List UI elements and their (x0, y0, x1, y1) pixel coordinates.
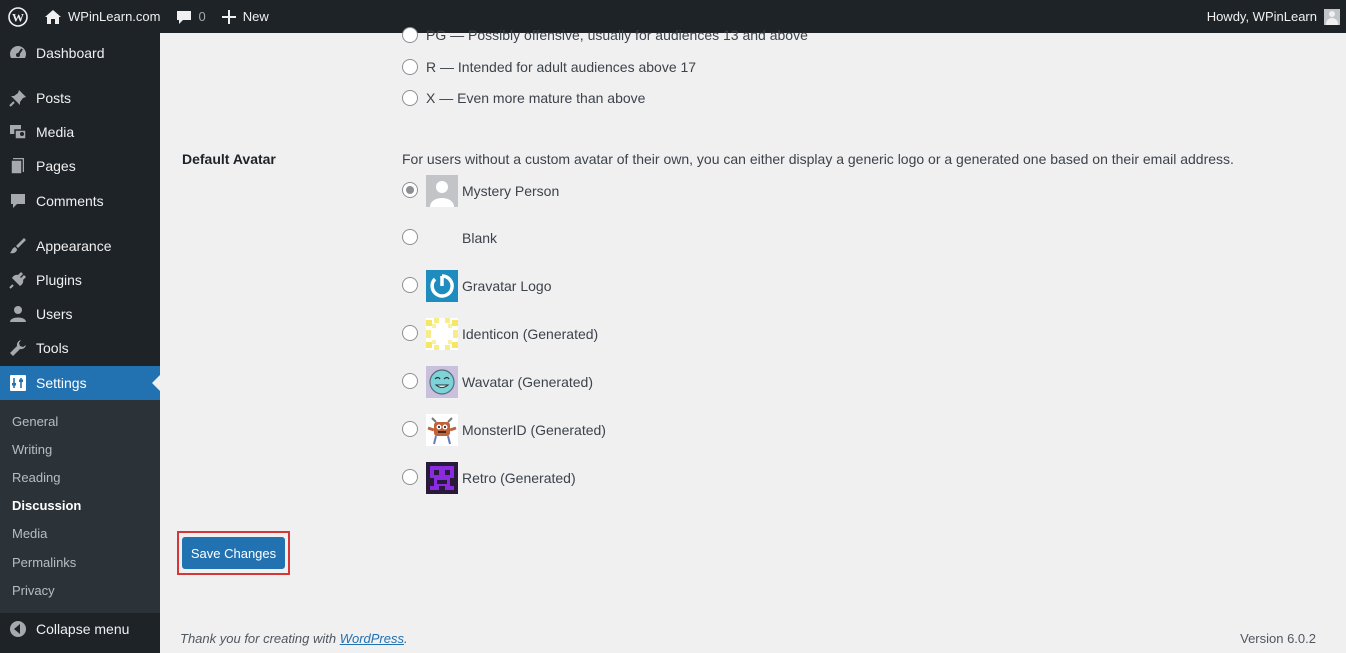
plugin-icon (0, 270, 36, 290)
avatar-retro-label: Retro (Generated) (462, 470, 576, 486)
media-icon (0, 122, 36, 142)
howdy-text: Howdy, WPinLearn (1206, 9, 1317, 24)
rating-r-label: R — Intended for adult audiences above 1… (426, 59, 697, 75)
rating-r-radio[interactable] (402, 59, 418, 75)
wavatar-avatar (426, 366, 458, 398)
admin-sidebar: Dashboard Posts Media Pages Comments App… (0, 33, 160, 653)
submenu-writing[interactable]: Writing (12, 442, 52, 457)
plus-icon (221, 9, 236, 24)
footer-version: Version 6.0.2 (1240, 631, 1316, 646)
avatar-monsterid-radio[interactable] (402, 421, 418, 437)
avatar-wavatar-radio[interactable] (402, 373, 418, 389)
retro-avatar (426, 462, 458, 494)
mystery-person-avatar (426, 175, 458, 207)
comments-count: 0 (198, 9, 206, 24)
my-account-link[interactable]: Howdy, WPinLearn (1199, 0, 1346, 33)
menu-label: Posts (36, 90, 72, 106)
avatar-mystery-label: Mystery Person (462, 183, 560, 199)
menu-item-media[interactable]: Media (0, 115, 160, 149)
footer-thanks-text: Thank you for creating with (180, 631, 340, 646)
menu-label: Comments (36, 193, 104, 209)
users-icon (0, 304, 36, 324)
rating-pg-label: PG — Possibly offensive, usually for aud… (426, 27, 808, 43)
menu-item-appearance[interactable]: Appearance (0, 229, 160, 263)
submenu-general[interactable]: General (12, 414, 58, 429)
menu-item-users[interactable]: Users (0, 297, 160, 331)
submenu-reading[interactable]: Reading (12, 470, 60, 485)
collapse-label: Collapse menu (36, 621, 130, 637)
menu-label: Settings (36, 375, 87, 391)
dashboard-icon (0, 43, 36, 63)
monsterid-avatar (426, 414, 458, 446)
avatar-gravatar-radio[interactable] (402, 277, 418, 293)
menu-label: Appearance (36, 238, 112, 254)
home-icon (45, 9, 61, 24)
default-avatar-description: For users without a custom avatar of the… (402, 151, 1234, 167)
menu-item-settings[interactable]: Settings (0, 366, 160, 400)
site-name: WPinLearn.com (68, 9, 161, 24)
menu-item-comments[interactable]: Comments (0, 184, 160, 218)
default-avatar-heading: Default Avatar (182, 151, 276, 167)
menu-item-plugins[interactable]: Plugins (0, 263, 160, 297)
settings-submenu: General Writing Reading Discussion Media… (0, 400, 160, 613)
rating-pg-radio[interactable] (402, 27, 418, 43)
menu-label: Media (36, 124, 75, 140)
comment-bubble-icon (177, 10, 192, 24)
menu-item-dashboard[interactable]: Dashboard (0, 36, 160, 70)
submenu-media[interactable]: Media (12, 526, 47, 541)
menu-item-pages[interactable]: Pages (0, 149, 160, 183)
save-changes-button[interactable]: Save Changes (182, 537, 285, 569)
new-content-link[interactable]: New (214, 0, 277, 33)
avatar-retro-radio[interactable] (402, 469, 418, 485)
blank-avatar (426, 222, 458, 254)
avatar-gravatar-label: Gravatar Logo (462, 278, 552, 294)
avatar-identicon-label: Identicon (Generated) (462, 326, 599, 342)
wordpress-link[interactable]: WordPress (340, 631, 404, 646)
brush-icon (0, 236, 36, 256)
footer-thanks: Thank you for creating with WordPress. (180, 631, 408, 646)
save-highlight-box: Save Changes (177, 531, 290, 575)
gravatar-logo-avatar (426, 270, 458, 302)
comments-link[interactable]: 0 (168, 0, 213, 33)
submenu-discussion[interactable]: Discussion (12, 498, 81, 513)
menu-label: Pages (36, 158, 76, 174)
new-label: New (242, 9, 269, 24)
user-avatar (1324, 8, 1340, 25)
avatar-identicon-radio[interactable] (402, 325, 418, 341)
avatar-monsterid-label: MonsterID (Generated) (462, 422, 606, 438)
wordpress-logo-icon[interactable]: W (0, 0, 36, 33)
submenu-privacy[interactable]: Privacy (12, 583, 55, 598)
pin-icon (0, 88, 36, 108)
identicon-avatar (426, 318, 458, 350)
svg-text:W: W (12, 10, 24, 24)
menu-label: Tools (36, 340, 69, 356)
pages-icon (0, 156, 36, 176)
avatar-mystery-radio[interactable] (402, 182, 418, 198)
submenu-permalinks[interactable]: Permalinks (12, 555, 76, 570)
site-name-link[interactable]: WPinLearn.com (36, 0, 168, 33)
menu-item-posts[interactable]: Posts (0, 81, 160, 115)
avatar-blank-label: Blank (462, 230, 498, 246)
collapse-arrow-icon (0, 619, 36, 639)
settings-icon (0, 373, 36, 393)
avatar-wavatar-label: Wavatar (Generated) (462, 374, 593, 390)
menu-label: Plugins (36, 272, 82, 288)
menu-label: Dashboard (36, 45, 105, 61)
footer-thanks-suffix: . (404, 631, 408, 646)
menu-item-tools[interactable]: Tools (0, 331, 160, 365)
discussion-settings-content: PG — Possibly offensive, usually for aud… (160, 27, 1346, 653)
menu-label: Users (36, 306, 73, 322)
rating-x-radio[interactable] (402, 90, 418, 106)
wrench-icon (0, 338, 36, 358)
comments-icon (0, 191, 36, 211)
collapse-menu-button[interactable]: Collapse menu (0, 612, 160, 646)
avatar-blank-radio[interactable] (402, 229, 418, 245)
rating-x-label: X — Even more mature than above (426, 90, 646, 106)
